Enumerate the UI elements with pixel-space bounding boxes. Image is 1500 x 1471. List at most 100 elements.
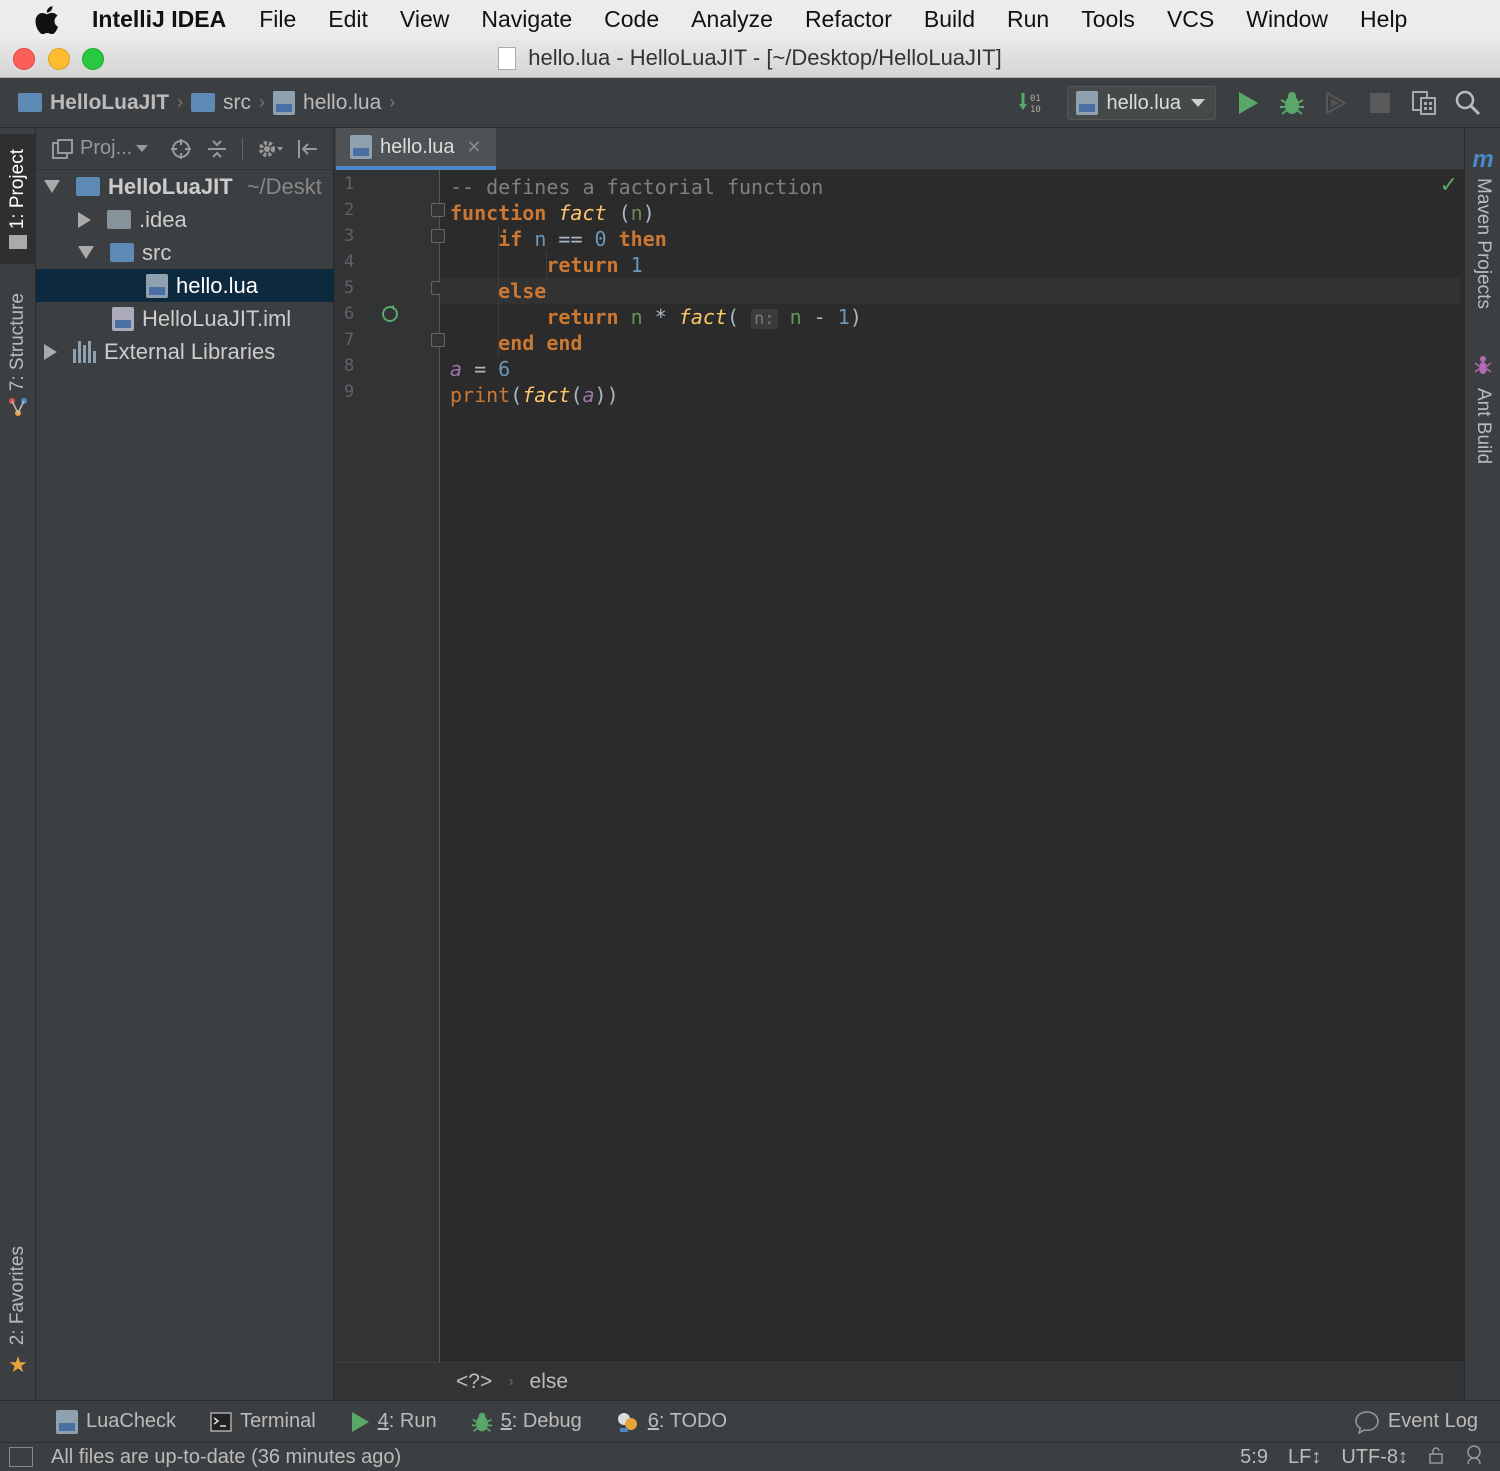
menu-help[interactable]: Help bbox=[1360, 6, 1407, 33]
menu-window[interactable]: Window bbox=[1246, 6, 1328, 33]
lua-file-icon bbox=[273, 90, 296, 115]
locate-icon[interactable] bbox=[170, 138, 192, 160]
stop-icon[interactable] bbox=[1367, 90, 1393, 116]
tool-tab-maven[interactable]: m Maven Projects bbox=[1465, 146, 1500, 309]
inspector-icon[interactable] bbox=[1464, 1444, 1484, 1471]
tool-tab-structure[interactable]: 7: Structure bbox=[0, 288, 36, 428]
editor-tab-label: hello.lua bbox=[380, 135, 455, 158]
editor-tab-hello-lua[interactable]: hello.lua ✕ bbox=[336, 128, 496, 170]
code-area[interactable]: -- defines a factorial function function… bbox=[440, 170, 1460, 1362]
folder-icon bbox=[9, 235, 27, 250]
operator: - bbox=[801, 305, 838, 329]
parameter-hint: n: bbox=[751, 309, 778, 329]
tool-tab-ant[interactable]: Ant Build bbox=[1465, 354, 1500, 464]
menu-tools[interactable]: Tools bbox=[1081, 6, 1135, 33]
line-separator-selector[interactable]: LF↕ bbox=[1288, 1446, 1321, 1469]
menu-edit[interactable]: Edit bbox=[328, 6, 368, 33]
window-title: hello.lua - HelloLuaJIT - [~/Desktop/Hel… bbox=[528, 45, 1002, 70]
lock-icon[interactable] bbox=[1428, 1446, 1444, 1470]
tool-terminal[interactable]: Terminal bbox=[210, 1410, 316, 1433]
tool-tab-favorites[interactable]: ★ 2: Favorites bbox=[0, 1238, 36, 1386]
toggle-tool-windows-icon[interactable] bbox=[9, 1447, 33, 1467]
tool-run[interactable]: 4: Run bbox=[350, 1410, 437, 1433]
window-minimize-button[interactable] bbox=[48, 48, 70, 70]
run-configuration-label: hello.lua bbox=[1106, 91, 1181, 114]
encoding-selector[interactable]: UTF-8↕ bbox=[1341, 1446, 1408, 1469]
gear-icon[interactable] bbox=[257, 138, 283, 160]
module-file-icon bbox=[112, 306, 134, 331]
code-line-4: return 1 bbox=[450, 252, 642, 278]
tool-todo[interactable]: 6: TODO bbox=[616, 1410, 727, 1433]
project-view-selector-label: Proj... bbox=[80, 137, 133, 159]
run-icon[interactable] bbox=[1235, 90, 1261, 116]
event-log-icon bbox=[1354, 1410, 1380, 1434]
collapse-arrow-icon[interactable] bbox=[44, 343, 57, 360]
editor-gutter[interactable]: 1 2 3 4 5 6 7 8 9 bbox=[334, 170, 445, 1362]
parameter: n bbox=[630, 201, 643, 225]
collapse-all-icon[interactable] bbox=[206, 138, 228, 160]
maven-icon: m bbox=[1472, 146, 1494, 173]
global-variable: a bbox=[582, 383, 595, 407]
comment: -- defines a factorial function bbox=[450, 175, 824, 199]
tool-luacheck-label: LuaCheck bbox=[86, 1410, 177, 1432]
project-view-selector[interactable]: Proj... bbox=[52, 137, 149, 160]
breadcrumb-src[interactable]: src › bbox=[191, 91, 273, 115]
collapse-arrow-icon[interactable] bbox=[78, 211, 91, 228]
breadcrumb-file-label: hello.lua bbox=[303, 90, 382, 114]
menu-vcs[interactable]: VCS bbox=[1167, 6, 1214, 33]
breadcrumb-project[interactable]: HelloLuaJIT › bbox=[18, 91, 191, 115]
build-icon[interactable]: 01 10 bbox=[1018, 90, 1044, 116]
tree-item-hello-lua[interactable]: hello.lua bbox=[36, 269, 334, 302]
editor-breadcrumb-item[interactable]: else bbox=[530, 1370, 569, 1394]
status-message[interactable]: All files are up-to-date (36 minutes ago… bbox=[51, 1446, 401, 1469]
punctuation: ) bbox=[849, 305, 862, 329]
tool-event-log[interactable]: Event Log bbox=[1354, 1410, 1478, 1434]
tree-item-src[interactable]: src bbox=[36, 236, 334, 269]
window-close-button[interactable] bbox=[13, 48, 35, 70]
search-icon[interactable] bbox=[1455, 90, 1481, 116]
menu-view[interactable]: View bbox=[400, 6, 449, 33]
debug-icon[interactable] bbox=[1279, 90, 1305, 116]
close-icon[interactable]: ✕ bbox=[467, 137, 482, 158]
project-structure-icon[interactable] bbox=[1411, 90, 1437, 116]
caret-line-highlight bbox=[440, 278, 1460, 304]
navigation-bar: HelloLuaJIT › src › hello.lua › 01 10 hel… bbox=[0, 78, 1500, 128]
caret-position[interactable]: 5:9 bbox=[1240, 1446, 1268, 1469]
menu-analyze[interactable]: Analyze bbox=[691, 6, 773, 33]
run-configuration-selector[interactable]: hello.lua bbox=[1067, 86, 1216, 120]
function-call: fact bbox=[522, 383, 571, 407]
number: 1 bbox=[837, 305, 850, 329]
editor-breadcrumb-item[interactable]: <?> bbox=[456, 1370, 492, 1394]
menu-code[interactable]: Code bbox=[604, 6, 659, 33]
tree-item-external-libraries[interactable]: External Libraries bbox=[36, 335, 334, 368]
tool-debug[interactable]: 5: Debug bbox=[471, 1410, 582, 1433]
menu-navigate[interactable]: Navigate bbox=[481, 6, 572, 33]
tree-item-idea[interactable]: .idea bbox=[36, 203, 334, 236]
tree-item-project-root[interactable]: HelloLuaJIT ~/Deskt bbox=[36, 170, 334, 203]
coverage-icon[interactable] bbox=[1323, 90, 1349, 116]
line-number: 1 bbox=[344, 174, 355, 194]
inspection-ok-icon[interactable]: ✓ bbox=[1440, 172, 1458, 198]
punctuation: ) bbox=[642, 201, 655, 225]
menu-refactor[interactable]: Refactor bbox=[805, 6, 892, 33]
menu-file[interactable]: File bbox=[259, 6, 296, 33]
recursive-call-icon[interactable] bbox=[380, 304, 400, 329]
tool-tab-project[interactable]: 1: Project bbox=[0, 134, 36, 264]
identifier: n bbox=[534, 227, 547, 251]
tool-luacheck[interactable]: LuaCheck bbox=[56, 1409, 177, 1434]
keyword: function bbox=[450, 201, 547, 225]
code-line-6: return n * fact( n: n - 1) bbox=[450, 304, 862, 330]
ant-icon bbox=[1474, 354, 1492, 382]
app-name-menu[interactable]: IntelliJ IDEA bbox=[92, 6, 226, 33]
menu-build[interactable]: Build bbox=[924, 6, 975, 33]
editor-tab-bar: hello.lua ✕ bbox=[334, 128, 1464, 170]
expand-arrow-icon[interactable] bbox=[44, 180, 60, 193]
breadcrumb-file[interactable]: hello.lua › bbox=[273, 90, 403, 115]
tree-item-iml[interactable]: HelloLuaJIT.iml bbox=[36, 302, 334, 335]
expand-arrow-icon[interactable] bbox=[78, 246, 94, 259]
menu-run[interactable]: Run bbox=[1007, 6, 1049, 33]
apple-icon[interactable] bbox=[34, 5, 60, 34]
hide-panel-icon[interactable] bbox=[297, 138, 319, 160]
svg-text:10: 10 bbox=[1030, 105, 1041, 115]
window-zoom-button[interactable] bbox=[82, 48, 104, 70]
